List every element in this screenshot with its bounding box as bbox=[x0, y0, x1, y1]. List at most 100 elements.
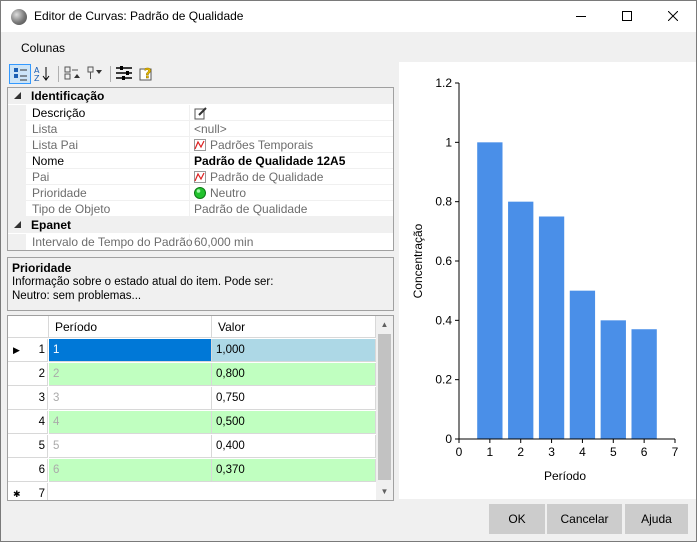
svg-text:?: ? bbox=[144, 67, 152, 82]
column-label: Valor bbox=[218, 320, 246, 334]
row-header[interactable]: ▶ 1 bbox=[8, 339, 48, 362]
row-number: 3 bbox=[38, 392, 45, 404]
property-row-priority[interactable]: Prioridade Neutro bbox=[8, 185, 393, 201]
row-header[interactable]: 2 bbox=[8, 363, 48, 386]
close-button[interactable] bbox=[650, 1, 696, 32]
maximize-button[interactable] bbox=[604, 1, 650, 32]
chart-icon bbox=[194, 139, 206, 151]
cell-value[interactable]: 0,500 bbox=[212, 411, 376, 434]
row-number: 7 bbox=[38, 488, 45, 500]
cancel-button[interactable]: Cancelar bbox=[547, 504, 622, 534]
property-row-parent[interactable]: Pai Padrão de Qualidade bbox=[8, 169, 393, 185]
close-icon bbox=[668, 11, 678, 21]
property-name: Descrição bbox=[32, 106, 86, 120]
title-bar: Editor de Curvas: Padrão de Qualidade bbox=[1, 1, 696, 32]
categorized-icon bbox=[14, 68, 27, 81]
curve-data-grid: Período Valor ▶ 1 1 1,000 2 2 0,800 3 3 0,750 4 4 0,… bbox=[7, 315, 394, 501]
property-toolbar: A Z ? bbox=[8, 62, 394, 86]
category-label: Identificação bbox=[31, 89, 105, 103]
property-row-parent-list[interactable]: Lista Pai Padrões Temporais bbox=[8, 137, 393, 153]
filter-button[interactable] bbox=[85, 64, 107, 84]
cell-period[interactable]: 3 bbox=[49, 387, 212, 410]
menu-columns[interactable]: Colunas bbox=[21, 41, 65, 55]
collapse-icon[interactable] bbox=[14, 221, 22, 229]
property-grid: Identificação Descrição Lista <null> Lis… bbox=[7, 87, 394, 251]
cell-value[interactable]: 0,370 bbox=[212, 459, 376, 482]
cell-period[interactable]: 1 bbox=[49, 339, 212, 362]
cell-value[interactable]: 1,000 bbox=[212, 339, 376, 362]
property-row-object-type[interactable]: Tipo de Objeto Padrão de Qualidade bbox=[8, 201, 393, 217]
cell-text: 3 bbox=[53, 392, 60, 404]
scroll-up-icon[interactable]: ▲ bbox=[376, 316, 393, 333]
cell-text: 5 bbox=[53, 440, 60, 452]
new-row-header[interactable]: ✱ 7 bbox=[8, 483, 48, 500]
property-row-name[interactable]: Nome Padrão de Qualidade 12A5 bbox=[8, 153, 393, 169]
row-header[interactable]: 6 bbox=[8, 459, 48, 482]
x-tick-label: 4 bbox=[579, 445, 586, 459]
property-value-wrap: Neutro bbox=[194, 186, 246, 200]
scroll-down-icon[interactable]: ▼ bbox=[376, 483, 393, 500]
svg-text:Z: Z bbox=[34, 74, 40, 82]
property-name: Prioridade bbox=[32, 186, 87, 200]
row-number: 6 bbox=[38, 464, 45, 476]
property-value[interactable]: Padrão de Qualidade 12A5 bbox=[194, 154, 345, 168]
vertical-scrollbar[interactable]: ▲ ▼ bbox=[376, 316, 393, 500]
toolbar-separator bbox=[58, 66, 59, 82]
cell-period[interactable]: 5 bbox=[49, 435, 212, 458]
categorized-button[interactable] bbox=[9, 64, 31, 84]
description-title: Prioridade bbox=[12, 261, 72, 275]
properties-button[interactable] bbox=[114, 64, 136, 84]
help-button[interactable]: ? bbox=[137, 64, 159, 84]
y-tick-label: 1.2 bbox=[435, 76, 452, 90]
sort-alpha-button[interactable]: A Z bbox=[32, 64, 54, 84]
cell-value[interactable]: 0,400 bbox=[212, 435, 376, 458]
app-icon bbox=[11, 9, 27, 25]
minimize-icon bbox=[576, 16, 586, 17]
maximize-icon bbox=[622, 11, 632, 21]
row-number: 5 bbox=[38, 440, 45, 452]
cell-period[interactable]: 2 bbox=[49, 363, 212, 386]
cell-value[interactable]: 0,800 bbox=[212, 363, 376, 386]
column-header-period[interactable]: Período bbox=[49, 316, 212, 338]
cell-text: 6 bbox=[53, 464, 60, 476]
property-name: Lista Pai bbox=[32, 138, 79, 152]
x-tick-label: 7 bbox=[672, 445, 679, 459]
cell-text: 1,000 bbox=[216, 344, 245, 356]
property-name: Lista bbox=[32, 122, 58, 136]
row-header[interactable]: 3 bbox=[8, 387, 48, 410]
cell-value[interactable]: 0,750 bbox=[212, 387, 376, 410]
property-row-time-interval[interactable]: Intervalo de Tempo do Padrão 60,000 min bbox=[8, 234, 393, 250]
bar-chart: 0 0.2 0.4 0.6 0.8 1 1.2 0 1 2 3 4 5 6 7 Período Concentr… bbox=[411, 76, 679, 483]
cell-period[interactable]: 4 bbox=[49, 411, 212, 434]
menu-bar: Colunas bbox=[1, 37, 696, 59]
column-label: Período bbox=[55, 320, 98, 334]
expand-button[interactable] bbox=[62, 64, 84, 84]
property-row-description[interactable]: Descrição bbox=[8, 105, 393, 121]
ok-button[interactable]: OK bbox=[489, 504, 545, 534]
y-tick-label: 0.8 bbox=[435, 195, 452, 209]
minimize-button[interactable] bbox=[558, 1, 604, 32]
category-identification[interactable]: Identificação bbox=[8, 88, 393, 104]
property-value: Neutro bbox=[210, 186, 247, 200]
property-name: Pai bbox=[32, 170, 50, 184]
x-tick-label: 3 bbox=[548, 445, 555, 459]
collapse-icon[interactable] bbox=[14, 92, 22, 100]
property-row-list[interactable]: Lista <null> bbox=[8, 121, 393, 137]
cell-text: 0,500 bbox=[216, 416, 245, 428]
property-value: Padrões Temporais bbox=[210, 138, 314, 152]
help-dialog-button[interactable]: Ajuda bbox=[625, 504, 688, 534]
x-tick-label: 2 bbox=[517, 445, 524, 459]
grid-corner[interactable] bbox=[8, 316, 49, 338]
row-header[interactable]: 5 bbox=[8, 435, 48, 458]
row-header[interactable]: 4 bbox=[8, 411, 48, 434]
category-epanet[interactable]: Epanet bbox=[8, 217, 393, 233]
x-tick-label: 5 bbox=[610, 445, 617, 459]
column-header-value[interactable]: Valor bbox=[212, 316, 376, 338]
green-status-icon bbox=[194, 187, 206, 199]
expand-icon bbox=[64, 66, 80, 80]
property-value: <null> bbox=[194, 122, 227, 136]
scrollbar-thumb[interactable] bbox=[378, 334, 391, 480]
x-tick-label: 0 bbox=[456, 445, 463, 459]
cell-period[interactable]: 6 bbox=[49, 459, 212, 482]
curve-editor-window: Editor de Curvas: Padrão de Qualidade Co… bbox=[0, 0, 697, 542]
